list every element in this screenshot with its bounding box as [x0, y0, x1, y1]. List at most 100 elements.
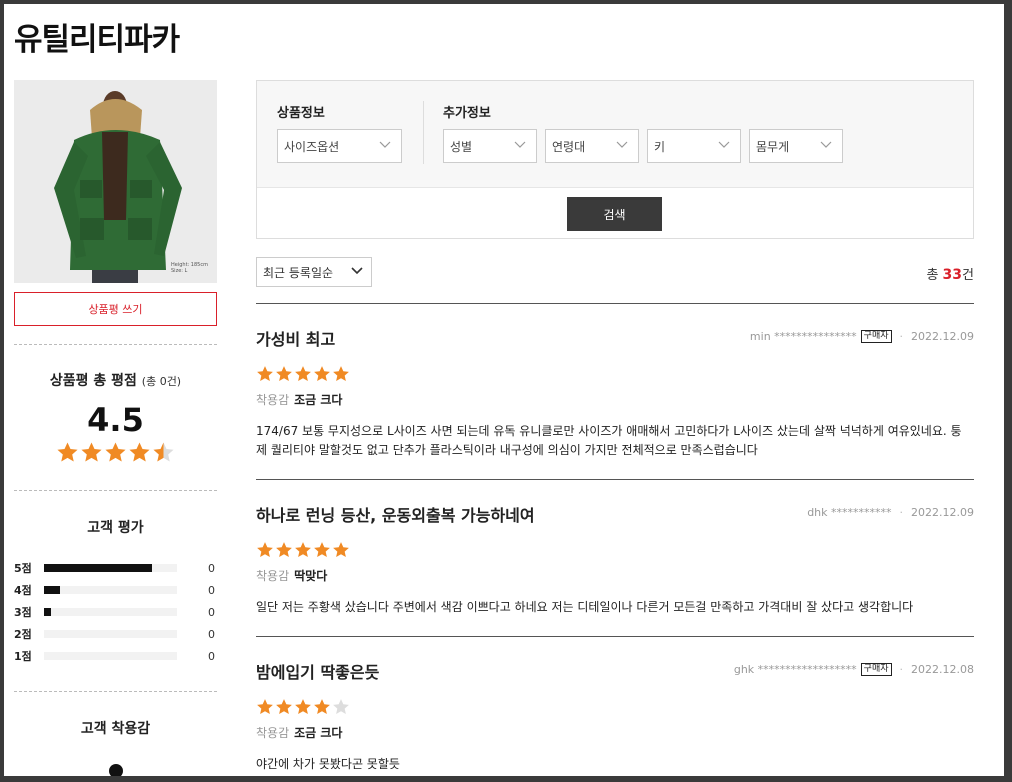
page-title: 유틸리티파카 — [14, 22, 180, 58]
review-filter-panel: 상품정보 사이즈옵션 추가정보 성별 연령대 키 몸무게 검색 — [256, 80, 974, 239]
review-item: 밤에입기 딱좋은듯 ghk ****************** 구매자 · 2… — [256, 637, 974, 776]
total-rating-count: (총 0건) — [141, 375, 182, 388]
review-author: min *************** — [749, 330, 857, 343]
divider — [14, 691, 217, 692]
distribution-bar — [44, 586, 177, 594]
review-author: dhk *********** — [807, 506, 892, 519]
distribution-label: 1점 — [14, 650, 32, 663]
review-author: ghk ****************** — [733, 663, 857, 676]
distribution-title: 고객 평가 — [87, 520, 144, 536]
distribution-bar — [44, 630, 177, 638]
total-number: 33 — [942, 267, 963, 283]
search-button[interactable]: 검색 — [567, 197, 662, 231]
fit-value: 조금 크다 — [294, 726, 343, 740]
star-icon — [333, 366, 349, 382]
meta-separator: · — [899, 506, 904, 519]
review-body: 일단 저는 주황색 샀습니다 주변에서 색감 이쁘다고 하네요 저는 디테일이나… — [256, 600, 914, 614]
star-icon — [295, 542, 311, 558]
star-icon — [314, 542, 330, 558]
review-fit: 착용감 딱맞다 — [256, 567, 327, 584]
distribution-row: 1점 0 — [14, 645, 217, 667]
chevron-down-icon — [379, 141, 391, 148]
age-select[interactable]: 연령대 — [545, 129, 639, 163]
distribution-count: 0 — [208, 627, 215, 641]
star-icon — [257, 366, 273, 382]
star-icon — [314, 366, 330, 382]
fit-title: 고객 착용감 — [80, 721, 151, 737]
review-meta: ghk ****************** 구매자 · 2022.12.08 — [734, 663, 974, 676]
distribution-row: 5점 0 — [14, 557, 217, 579]
review-meta: min *************** 구매자 · 2022.12.09 — [750, 330, 974, 343]
distribution-row: 2점 0 — [14, 623, 217, 645]
page-frame: 유틸리티파카 Height: 185cm Size: L 상품평 쓰기 상품평 … — [4, 4, 1004, 776]
review-body: 174/67 보통 무지성으로 L사이즈 사면 되는데 유독 유니클로만 사이즈… — [256, 424, 962, 457]
rating-distribution: 5점 0 4점 0 3점 0 2점 0 1점 0 — [14, 557, 217, 667]
total-suffix: 건 — [962, 268, 974, 283]
distribution-count: 0 — [208, 605, 215, 619]
rating-stars — [14, 441, 217, 464]
rating-score: 4.5 — [87, 401, 144, 439]
height-value: 키 — [654, 139, 666, 154]
review-date: 2022.12.09 — [911, 330, 974, 343]
product-info-title: 상품정보 — [277, 106, 325, 121]
meta-separator: · — [899, 330, 904, 343]
product-image: Height: 185cm Size: L — [14, 80, 217, 283]
star-icon — [295, 366, 311, 382]
star-icon — [333, 699, 349, 715]
distribution-bar-fill — [44, 564, 152, 572]
filter-divider — [423, 101, 424, 164]
star-icon — [57, 442, 78, 462]
star-icon — [295, 699, 311, 715]
write-review-button[interactable]: 상품평 쓰기 — [14, 292, 217, 326]
review-title: 가성비 최고 — [256, 330, 336, 349]
star-icon — [257, 542, 273, 558]
star-icon — [129, 442, 150, 462]
star-icon — [276, 366, 292, 382]
total-prefix: 총 — [926, 268, 939, 283]
chevron-down-icon — [718, 141, 730, 148]
sort-select[interactable]: 최근 등록일순 — [256, 257, 372, 287]
divider — [14, 344, 217, 345]
size-option-value: 사이즈옵션 — [284, 139, 340, 154]
fit-label: 착용감 — [256, 393, 290, 407]
size-option-select[interactable]: 사이즈옵션 — [277, 129, 402, 163]
review-item: 가성비 최고 min *************** 구매자 · 2022.12… — [256, 304, 974, 480]
review-item: 하나로 런닝 등산, 운동외출복 가능하네여 dhk *********** ·… — [256, 480, 974, 637]
star-icon — [153, 442, 174, 462]
chevron-down-icon — [820, 141, 832, 148]
distribution-bar — [44, 652, 177, 660]
height-select[interactable]: 키 — [647, 129, 741, 163]
filter-options: 상품정보 사이즈옵션 추가정보 성별 연령대 키 몸무게 — [257, 81, 973, 188]
chevron-down-icon — [616, 141, 628, 148]
meta-separator: · — [899, 663, 904, 676]
review-fit: 착용감 조금 크다 — [256, 724, 342, 741]
distribution-bar — [44, 608, 177, 616]
distribution-count: 0 — [208, 561, 215, 575]
buyer-badge: 구매자 — [860, 663, 892, 676]
rating-sidebar: Height: 185cm Size: L 상품평 쓰기 상품평 총 평점 (총… — [14, 80, 217, 776]
total-count: 총 33건 — [926, 264, 974, 283]
divider — [14, 490, 217, 491]
fit-value: 딱맞다 — [294, 569, 328, 583]
star-icon — [81, 442, 102, 462]
review-body: 야간에 차가 못봤다곤 못할듯 — [256, 757, 400, 771]
distribution-bar-fill — [44, 586, 60, 594]
total-rating-header: 상품평 총 평점 (총 0건) — [14, 370, 217, 390]
star-icon — [333, 542, 349, 558]
distribution-label: 3점 — [14, 606, 32, 619]
fit-marker — [108, 764, 123, 776]
review-date: 2022.12.08 — [911, 663, 974, 676]
review-meta: dhk *********** · 2022.12.09 — [807, 506, 974, 519]
sort-value: 최근 등록일순 — [263, 265, 334, 280]
review-stars — [256, 698, 350, 716]
gender-select[interactable]: 성별 — [443, 129, 537, 163]
total-rating-label: 상품평 총 평점 — [49, 373, 137, 389]
distribution-label: 2점 — [14, 628, 32, 641]
star-icon — [276, 699, 292, 715]
weight-select[interactable]: 몸무게 — [749, 129, 843, 163]
fit-label: 착용감 — [256, 569, 290, 583]
chevron-down-icon — [351, 267, 363, 275]
review-stars — [256, 365, 350, 383]
review-date: 2022.12.09 — [911, 506, 974, 519]
review-fit: 착용감 조금 크다 — [256, 391, 342, 408]
